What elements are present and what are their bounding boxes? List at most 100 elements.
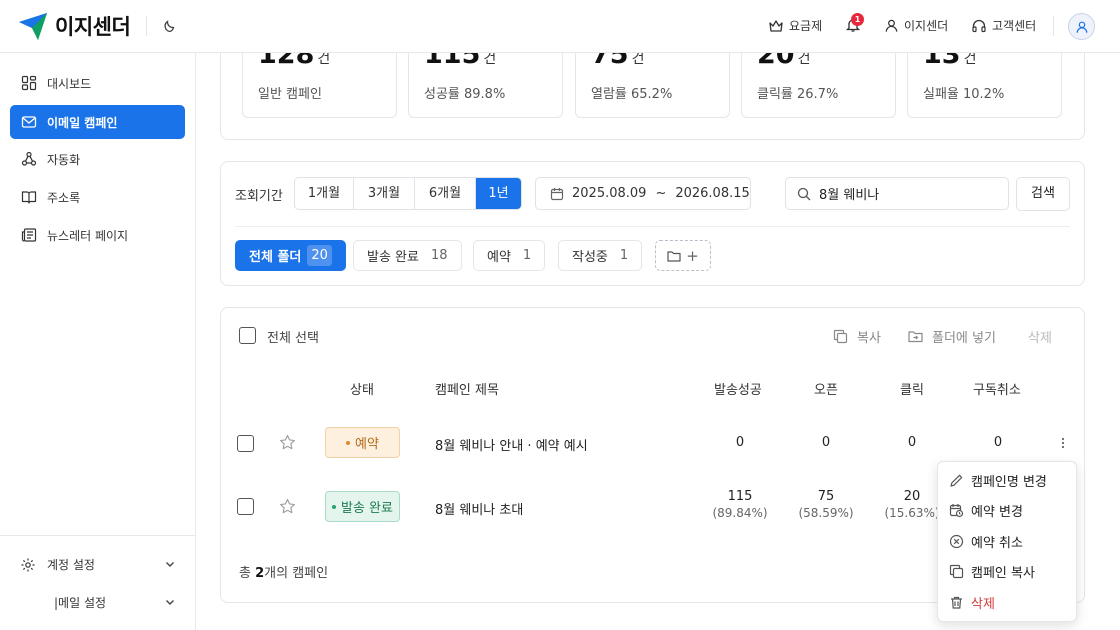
sidebar-item-label: 뉴스레터 페이지 [47, 228, 129, 243]
menu-item-cancel-schedule[interactable]: 예약 취소 [938, 526, 1076, 557]
sidebar-item-label: 주소록 [47, 190, 81, 205]
copy-label: 복사 [857, 331, 881, 346]
sidebar-divider [0, 535, 196, 536]
folder-tab-all[interactable]: 전체 폴더 20 [235, 240, 346, 271]
sidebar-item-address-book[interactable]: 주소록 [10, 180, 185, 214]
folder-tab-label: 전체 폴더 [249, 250, 302, 265]
sidebar-item-mail-settings[interactable]: |메일 설정 [20, 594, 176, 611]
book-icon [21, 191, 37, 204]
status-label: 예약 [355, 437, 379, 452]
select-all-checkbox[interactable] [239, 327, 256, 344]
user-icon [885, 19, 898, 32]
row-checkbox[interactable] [237, 435, 254, 452]
search-button[interactable]: 검색 [1016, 177, 1070, 211]
star-icon[interactable] [279, 434, 296, 451]
copy-icon [833, 329, 848, 344]
folder-tab-count: 1 [522, 248, 532, 263]
campaign-title[interactable]: 8월 웨비나 안내 · 예약 예시 [435, 435, 588, 454]
headset-icon [972, 19, 986, 32]
campaign-title[interactable]: 8월 웨비나 초대 [435, 499, 523, 518]
status-dot [332, 504, 336, 509]
menu-item-label: 삭제 [971, 596, 995, 612]
header-divider-right [1053, 16, 1054, 36]
menu-item-label: 예약 변경 [971, 505, 1023, 521]
move-to-folder-button[interactable]: 폴더에 넣기 [908, 327, 996, 346]
avatar[interactable] [1068, 13, 1095, 40]
folder-tab-label: 예약 [487, 250, 511, 265]
delete-button[interactable]: 삭제 [1028, 327, 1052, 346]
add-folder-button[interactable]: + [655, 240, 711, 271]
search-icon [797, 187, 811, 200]
logo[interactable]: 이지센더 [18, 11, 131, 41]
period-1-month[interactable]: 1개월 [295, 178, 354, 209]
folder-tab-draft[interactable]: 작성중 1 [558, 240, 643, 271]
cell-sent: 0 [735, 435, 745, 450]
app-header: 이지센더 요금제 1 이지센더 고객센터 [0, 0, 1120, 53]
copy-button[interactable]: 복사 [833, 327, 881, 346]
cell-sent: 115 (89.84%) [712, 489, 768, 520]
user-icon [1076, 21, 1087, 33]
sidebar-item-account-settings[interactable]: 계정 설정 [20, 556, 176, 573]
period-1-year[interactable]: 1년 [476, 178, 521, 209]
sidebar-item-automation[interactable]: 자동화 [10, 142, 185, 176]
status-badge: 예약 [325, 427, 400, 458]
cancel-circle-icon [949, 534, 964, 548]
user-menu[interactable]: 이지센더 [884, 17, 948, 34]
star-icon[interactable] [279, 498, 296, 515]
menu-item-delete[interactable]: 삭제 [938, 587, 1076, 618]
support-label: 고객센터 [992, 19, 1037, 33]
menu-item-copy-campaign[interactable]: 캠페인 복사 [938, 557, 1076, 588]
folder-tab-sent[interactable]: 발송 완료 18 [353, 240, 462, 271]
cell-click: 0 [907, 435, 917, 450]
stat-label: 성공률 89.8% [424, 87, 506, 102]
date-separator: ~ [655, 186, 667, 201]
automation-icon [21, 151, 37, 166]
newspaper-icon [21, 228, 37, 242]
calendar-clock-icon [949, 504, 964, 518]
stat-label: 열람률 65.2% [591, 87, 673, 102]
search-input[interactable] [819, 186, 999, 201]
column-header-title: 캠페인 제목 [435, 383, 499, 398]
pricing-label: 요금제 [789, 19, 823, 33]
moon-icon [164, 20, 175, 33]
stat-label: 클릭률 26.7% [757, 87, 839, 102]
status-badge: 발송 완료 [325, 491, 400, 522]
sidebar-item-label: 계정 설정 [47, 558, 95, 572]
header-divider [146, 16, 147, 36]
sidebar-item-label: 대시보드 [47, 76, 92, 91]
sidebar-item-label: 이메일 캠페인 [47, 115, 118, 130]
gear-icon [21, 558, 35, 571]
trash-icon [951, 596, 962, 609]
folder-tab-count: 20 [307, 245, 332, 266]
menu-item-change-schedule[interactable]: 예약 변경 [938, 496, 1076, 527]
menu-item-label: 캠페인명 변경 [971, 474, 1047, 490]
column-header-status: 상태 [350, 383, 374, 398]
period-6-months[interactable]: 6개월 [415, 178, 476, 209]
folder-tab-label: 발송 완료 [367, 250, 419, 265]
copy-icon [949, 565, 964, 579]
folder-tab-label: 작성중 [572, 250, 608, 265]
sidebar-item-label: 자동화 [47, 152, 81, 167]
chevron-down-icon [166, 600, 174, 605]
dark-mode-toggle[interactable] [162, 17, 178, 33]
sidebar-item-dashboard[interactable]: 대시보드 [10, 66, 185, 100]
sidebar-item-newsletter[interactable]: 뉴스레터 페이지 [10, 218, 185, 252]
pricing-link[interactable]: 요금제 [768, 17, 822, 34]
menu-item-rename[interactable]: 캠페인명 변경 [938, 465, 1076, 496]
mail-icon [21, 116, 37, 128]
date-range-picker[interactable]: 2025.08.09 ~ 2026.08.15 [535, 177, 751, 210]
folder-tab-reserved[interactable]: 예약 1 [473, 240, 546, 271]
row-checkbox[interactable] [237, 498, 254, 515]
period-3-months[interactable]: 3개월 [354, 178, 415, 209]
stat-label: 실패율 10.2% [923, 87, 1005, 102]
status-dot [346, 440, 351, 445]
stat-label: 일반 캠페인 [258, 87, 322, 102]
paper-plane-icon [19, 13, 47, 40]
chevron-down-icon [166, 562, 174, 567]
folder-tab-count: 18 [430, 248, 448, 263]
sidebar-item-email-campaign[interactable]: 이메일 캠페인 [10, 105, 185, 139]
support-link[interactable]: 고객센터 [971, 17, 1036, 34]
more-vertical-icon[interactable] [1057, 435, 1069, 451]
folder-icon [667, 250, 681, 262]
cell-open: 0 [821, 435, 831, 450]
